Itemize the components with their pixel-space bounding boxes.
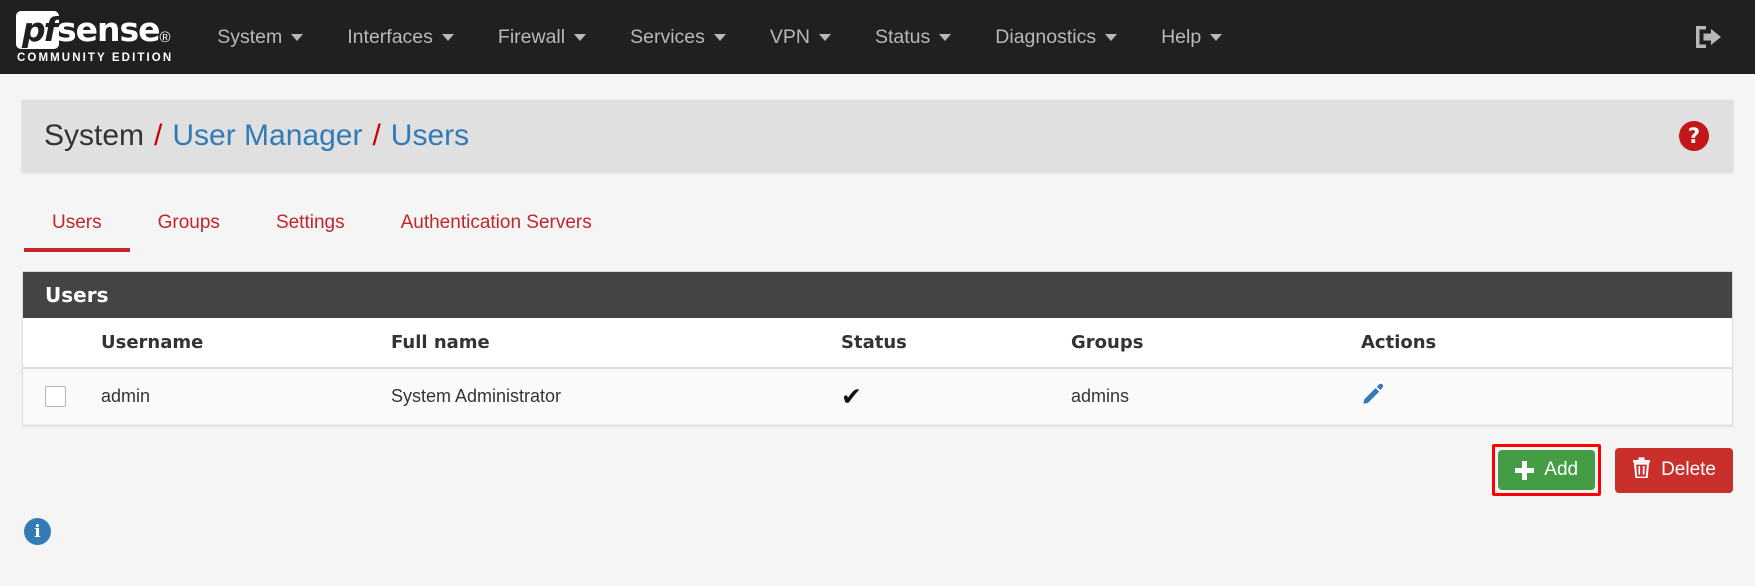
breadcrumb: System / User Manager / Users: [44, 119, 469, 153]
tab-label: Settings: [275, 212, 345, 233]
trash-icon: [1632, 456, 1651, 484]
breadcrumb-root: System: [44, 119, 145, 152]
chevron-down-icon: [713, 33, 726, 41]
nav-item-vpn[interactable]: VPN: [748, 0, 853, 74]
breadcrumb-separator: /: [372, 119, 381, 152]
sign-out-icon[interactable]: [1679, 23, 1737, 51]
table-header-row: Username Full name Status Groups Actions: [23, 318, 1732, 369]
breadcrumb-bar: System / User Manager / Users ?: [22, 100, 1733, 172]
brand-registered-dot: ®: [159, 29, 171, 46]
cell-username: admin: [91, 368, 381, 425]
nav-item-interfaces[interactable]: Interfaces: [325, 0, 476, 74]
breadcrumb-separator: /: [154, 119, 163, 152]
status-check-icon: ✔: [841, 381, 862, 411]
chevron-down-icon: [939, 33, 952, 41]
nav-item-label: Help: [1161, 25, 1202, 48]
tab-users[interactable]: Users: [24, 212, 130, 252]
tab-settings[interactable]: Settings: [248, 212, 373, 252]
nav-item-label: VPN: [769, 25, 810, 48]
chevron-down-icon: [291, 33, 304, 41]
cell-fullname: System Administrator: [381, 368, 831, 425]
row-checkbox[interactable]: [45, 386, 66, 408]
column-header-actions: Actions: [1351, 318, 1732, 369]
chevron-down-icon: [818, 33, 831, 41]
tab-groups[interactable]: Groups: [130, 212, 248, 252]
pfsense-logo[interactable]: pf sense ® COMMUNITY EDITION: [0, 0, 195, 74]
users-table-body: admin System Administrator ✔ admins: [23, 368, 1732, 425]
tab-label: Users: [52, 212, 102, 233]
plus-icon: [1515, 460, 1535, 480]
tab-authentication-servers[interactable]: Authentication Servers: [373, 212, 620, 252]
tab-bar: Users Groups Settings Authentication Ser…: [22, 198, 1733, 252]
nav-item-label: Status: [874, 25, 931, 48]
users-table: Username Full name Status Groups Actions…: [23, 318, 1732, 425]
nav-item-label: Diagnostics: [995, 25, 1097, 48]
nav-item-label: Interfaces: [347, 25, 433, 48]
users-table-head: Username Full name Status Groups Actions: [23, 318, 1732, 369]
navbar-menu: System Interfaces Firewall Services VPN …: [195, 0, 1244, 74]
nav-item-services[interactable]: Services: [608, 0, 748, 74]
pencil-glyph: [1363, 383, 1384, 404]
brand-pf-text: pf: [16, 11, 59, 49]
pencil-icon[interactable]: [1361, 382, 1385, 411]
info-circle-icon[interactable]: i: [24, 518, 51, 545]
column-header-username: Username: [91, 318, 381, 369]
nav-item-status[interactable]: Status: [853, 0, 973, 74]
page-content: System / User Manager / Users ? Users Gr…: [0, 100, 1755, 545]
brand-logo-row: pf sense ®: [16, 10, 173, 50]
trash-glyph: [1633, 456, 1651, 479]
column-header-select: [23, 318, 91, 369]
nav-item-diagnostics[interactable]: Diagnostics: [973, 0, 1139, 74]
breadcrumb-link-users[interactable]: Users: [391, 119, 469, 153]
nav-item-label: Firewall: [497, 25, 566, 48]
add-button-highlight: Add: [1492, 444, 1602, 496]
table-row[interactable]: admin System Administrator ✔ admins: [23, 368, 1732, 425]
tab-label: Authentication Servers: [400, 212, 592, 233]
sign-out-glyph: [1696, 26, 1721, 48]
delete-button-label: Delete: [1661, 459, 1716, 480]
chevron-down-icon: [441, 33, 454, 41]
brand-sense-text: sense: [56, 10, 161, 49]
action-buttons-bar: Add Delete: [22, 444, 1733, 496]
help-icon[interactable]: ?: [1679, 121, 1709, 151]
column-header-groups: Groups: [1061, 318, 1351, 369]
nav-item-help[interactable]: Help: [1139, 0, 1244, 74]
brand-subtitle: COMMUNITY EDITION: [17, 52, 174, 64]
cell-groups: admins: [1061, 368, 1351, 425]
nav-item-firewall[interactable]: Firewall: [476, 0, 608, 74]
add-button[interactable]: Add: [1498, 450, 1596, 490]
chevron-down-icon: [1105, 33, 1118, 41]
footer-info-bar: i: [22, 518, 1733, 545]
column-header-fullname: Full name: [381, 318, 831, 369]
nav-item-label: Services: [630, 25, 705, 48]
column-header-status: Status: [831, 318, 1061, 369]
users-panel: Users Username Full name Status Groups A…: [22, 271, 1733, 426]
delete-button[interactable]: Delete: [1615, 447, 1733, 493]
chevron-down-icon: [574, 33, 587, 41]
breadcrumb-link-user-manager[interactable]: User Manager: [172, 119, 362, 153]
nav-item-label: System: [217, 25, 283, 48]
add-button-label: Add: [1544, 459, 1579, 480]
cell-actions: [1351, 368, 1732, 425]
top-navbar: pf sense ® COMMUNITY EDITION System Interf…: [0, 0, 1755, 74]
chevron-down-icon: [1210, 33, 1223, 41]
nav-item-system[interactable]: System: [195, 0, 325, 74]
panel-title: Users: [23, 272, 1732, 318]
row-select-cell: [23, 368, 91, 425]
cell-status: ✔: [831, 368, 1061, 425]
tab-label: Groups: [157, 212, 220, 233]
